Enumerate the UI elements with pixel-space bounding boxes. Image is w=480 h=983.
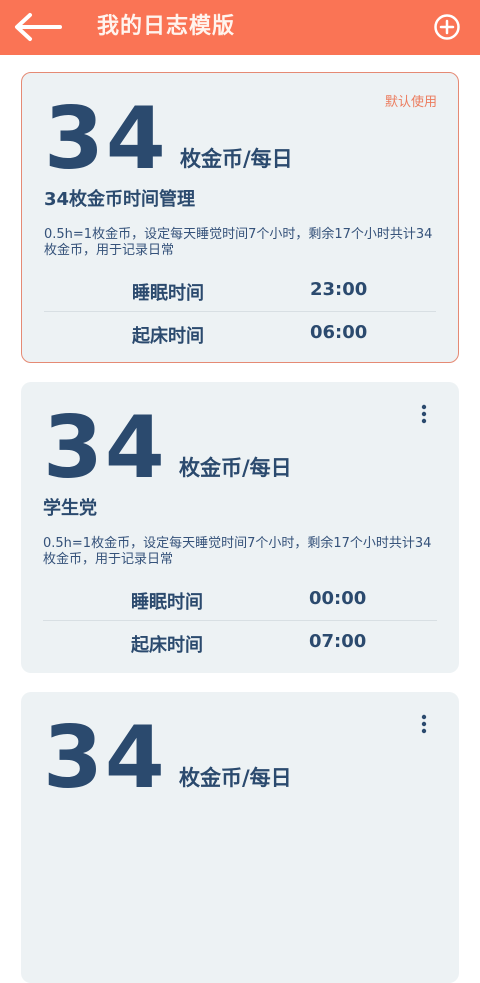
coin-count: 34 [43, 398, 167, 498]
coin-count: 34 [44, 89, 168, 189]
page-title: 我的日志模版 [97, 14, 236, 39]
wake-time-value: 06:00 [310, 322, 368, 343]
template-description: 0.5h=1枚金币，设定每天睡觉时间7个小时，剩余17个小时共计34枚金币，用于… [43, 536, 432, 567]
coin-unit: 枚金币/每日 [180, 147, 293, 171]
template-description: 0.5h=1枚金币，设定每天睡觉时间7个小时，剩余17个小时共计34枚金币，用于… [44, 227, 433, 258]
coin-unit: 枚金币/每日 [179, 766, 292, 790]
default-badge[interactable]: 默认使用 [385, 91, 437, 110]
template-name: 学生党 [43, 498, 97, 519]
wake-time-label: 起床时间 [131, 635, 203, 656]
wake-time-value: 07:00 [309, 631, 367, 652]
sleep-time-value: 00:00 [309, 588, 367, 609]
template-card[interactable]: 34 枚金币/每日 [21, 692, 459, 983]
coin-unit: 枚金币/每日 [179, 456, 292, 480]
sleep-time-value: 23:00 [310, 279, 368, 300]
template-card[interactable]: 34 枚金币/每日 学生党 0.5h=1枚金币，设定每天睡觉时间7个小时，剩余1… [21, 382, 459, 673]
app-header: 我的日志模版 [0, 0, 480, 55]
add-template-icon[interactable] [433, 13, 461, 41]
sleep-time-label: 睡眠时间 [132, 283, 204, 304]
template-name: 34枚金币时间管理 [44, 189, 196, 210]
more-options-icon[interactable] [419, 714, 429, 734]
wake-time-label: 起床时间 [132, 326, 204, 347]
divider [44, 311, 436, 312]
sleep-time-label: 睡眠时间 [131, 592, 203, 613]
back-arrow-icon[interactable] [12, 12, 64, 42]
divider [43, 620, 437, 621]
more-options-icon[interactable] [419, 404, 429, 424]
template-card[interactable]: 默认使用 34 枚金币/每日 34枚金币时间管理 0.5h=1枚金币，设定每天睡… [21, 72, 459, 363]
coin-count: 34 [43, 708, 167, 808]
